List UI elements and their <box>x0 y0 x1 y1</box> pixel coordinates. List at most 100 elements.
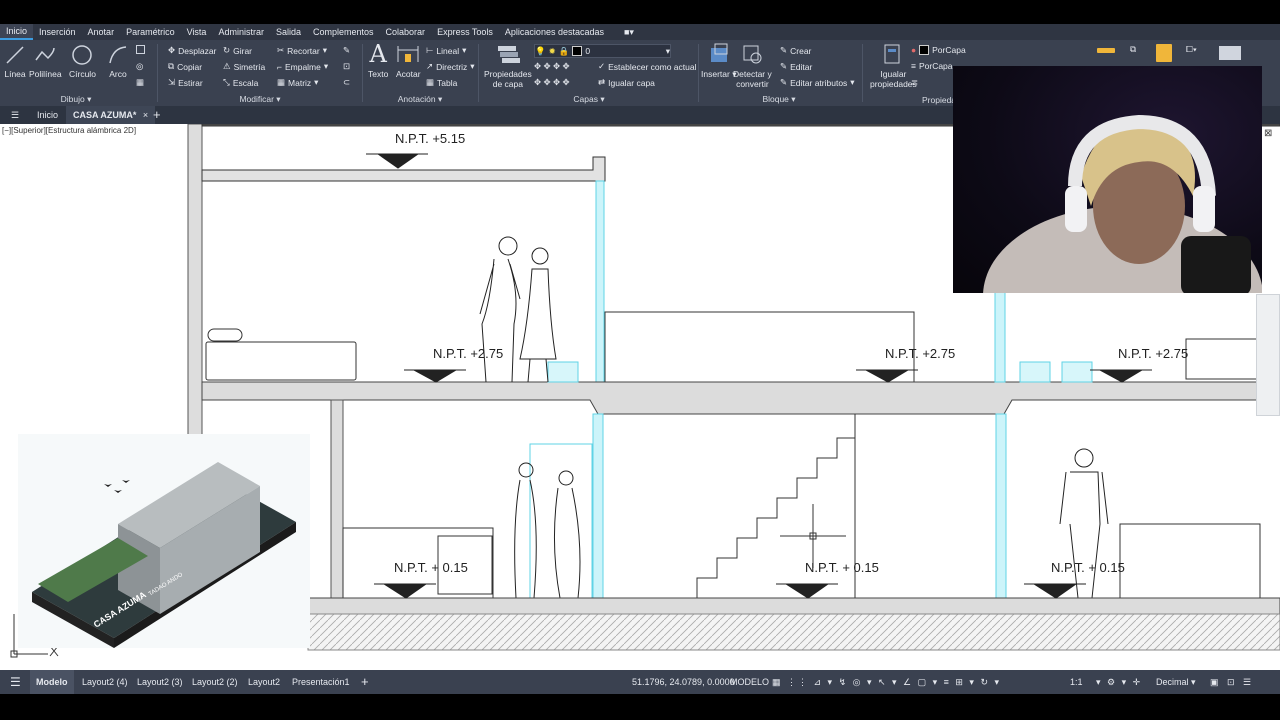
edit-attributes-button[interactable]: ✎ Editar atributos ▾ <box>780 77 855 88</box>
base-icon[interactable] <box>1219 46 1241 60</box>
layout-menu-icon[interactable]: ☰ <box>4 670 27 694</box>
title-bar <box>0 0 1280 24</box>
panel-title-block[interactable]: Bloque <box>762 94 788 104</box>
table-icon: ▦ <box>426 77 435 87</box>
edit-block-button[interactable]: ✎ Editar <box>780 61 812 72</box>
mirror-button[interactable]: ⚠ Simetría <box>223 61 265 72</box>
circle-button[interactable]: Círculo <box>69 44 96 79</box>
layer-tools-row1[interactable]: ✥ ✥ ✥ ✥ <box>534 61 570 72</box>
layer-properties-button[interactable]: Propiedades de capa <box>484 42 532 89</box>
set-current-button[interactable]: ✓ Establecer como actual <box>598 61 696 72</box>
menu-tab-aplicaciones[interactable]: Aplicaciones destacadas <box>499 24 610 40</box>
menu-tab-inicio[interactable]: Inicio <box>0 24 34 40</box>
panel-layers: Propiedades de capa 💡 ✹ 🔒 0 ▾ ✥ ✥ ✥ ✥ ✥ … <box>480 40 698 106</box>
match-properties-button[interactable]: Igualar propiedades <box>870 42 917 89</box>
menu-tab-anotar[interactable]: Anotar <box>82 24 121 40</box>
new-tab-button[interactable]: + <box>146 106 168 124</box>
layout-tab-layout2-4[interactable]: Layout2 (4) <box>76 670 134 694</box>
menu-tab-parametrico[interactable]: Paramétrico <box>120 24 181 40</box>
detect-convert-button[interactable]: Detectar y convertir <box>733 42 772 89</box>
leader-button[interactable]: ↗ Directriz ▾ <box>426 61 475 72</box>
offset-icon[interactable]: ⊂ <box>343 77 350 88</box>
move-button[interactable]: ✥ Desplazar <box>168 45 216 56</box>
drafting-tools-icons[interactable]: ▦ ⋮⋮ ⊿ ▾ ↯ ◎ ▾ ↖ ▾ ∠ ▢ ▾ ≡ ⊞ ▾ ↻ ▾ <box>766 670 1007 694</box>
application-menu-icon[interactable]: ☰ <box>4 106 26 124</box>
layout-tab-layout2[interactable]: Layout2 <box>242 670 286 694</box>
stretch-button[interactable]: ⇲ Estirar <box>168 77 203 88</box>
panel-title-annotation[interactable]: Anotación <box>398 94 436 104</box>
lineweight-icon: ≣ <box>911 77 919 87</box>
linear-dim-button[interactable]: ⊢ Lineal ▾ <box>426 45 466 56</box>
mirror-icon: ⚠ <box>223 61 231 71</box>
level-label-low-center: N.P.T. + 0.15 <box>805 560 879 575</box>
match-layer-button[interactable]: ⇄ Igualar capa <box>598 77 655 88</box>
rotate-button[interactable]: ↻ Girar <box>223 45 252 56</box>
hatch-icon[interactable]: ◎ <box>136 61 143 72</box>
move-icon: ✥ <box>168 45 176 55</box>
menu-tab-complementos[interactable]: Complementos <box>307 24 380 40</box>
ribbon-tab-bar: Inicio Inserción Anotar Paramétrico Vist… <box>0 24 1280 40</box>
menu-tab-salida[interactable]: Salida <box>270 24 307 40</box>
person-figure-right <box>1059 448 1109 599</box>
arc-button[interactable]: Arco <box>107 44 129 79</box>
color-dropdown[interactable]: ● PorCapa <box>911 45 966 55</box>
layer-dropdown[interactable]: 💡 ✹ 🔒 0 ▾ <box>534 44 671 58</box>
menu-tab-express-tools[interactable]: Express Tools <box>431 24 499 40</box>
close-viewport-icon[interactable]: ⊠ <box>1264 128 1272 139</box>
layout-tab-layout2-2[interactable]: Layout2 (2) <box>186 670 244 694</box>
table-button[interactable]: ▦ Tabla <box>426 77 457 88</box>
panel-title-draw[interactable]: Dibujo <box>61 94 85 104</box>
array-button[interactable]: ▦ Matriz ▾ <box>277 77 318 88</box>
measure-icon[interactable] <box>1097 48 1115 53</box>
gradient-icon[interactable]: ▦ <box>136 77 144 88</box>
line-button[interactable]: Línea <box>4 44 26 79</box>
isometric-render: CASA AZUMA TADAO ANDO <box>32 462 296 648</box>
video-icon[interactable]: ■▾ <box>618 24 640 40</box>
erase-icon[interactable]: ✎ <box>343 45 350 56</box>
panel-title-modify[interactable]: Modificar <box>239 94 273 104</box>
panel-annotation: A Texto Acotar ⊢ Lineal ▾ ↗ Directriz ▾ ▦ T… <box>368 40 475 104</box>
tab-casa-azuma[interactable]: CASA AZUMA* × <box>66 106 156 124</box>
dimension-button[interactable]: Acotar <box>396 44 421 79</box>
layout-tab-model[interactable]: Modelo <box>30 670 74 694</box>
polyline-button[interactable]: Polilínea <box>29 44 62 79</box>
workspace-icons[interactable]: ▾ ⚙ ▾ ✛ <box>1090 670 1148 694</box>
level-label-mid-center: N.P.T. +2.75 <box>885 346 955 361</box>
copy-button[interactable]: ⧉ Copiar <box>168 61 202 72</box>
clipboard-icon[interactable] <box>1156 44 1172 62</box>
fillet-button[interactable]: ⌐ Empalme ▾ <box>277 61 328 72</box>
dimension-icon <box>397 46 419 62</box>
scale-button[interactable]: ⤡ Escala <box>223 77 258 88</box>
layer-stack-icon <box>497 46 520 63</box>
set-current-icon: ✓ <box>598 61 606 71</box>
menu-tab-administrar[interactable]: Administrar <box>212 24 270 40</box>
trim-button[interactable]: ✂ Recortar ▾ <box>277 45 327 56</box>
group-icon[interactable]: ⧉ <box>1130 44 1136 55</box>
scale-icon: ⤡ <box>223 77 230 87</box>
layer-tools-row2[interactable]: ✥ ✥ ✥ ✥ <box>534 77 570 88</box>
linetype-icon: ≡ <box>911 61 916 71</box>
tab-start[interactable]: Inicio <box>30 106 65 124</box>
units-dropdown[interactable]: Decimal ▾ <box>1150 670 1202 694</box>
add-layout-button[interactable]: + <box>355 670 375 694</box>
rectangle-icon[interactable] <box>136 45 145 54</box>
create-block-button[interactable]: ✎ Crear <box>780 45 811 56</box>
insert-button[interactable]: Insertar ▾ <box>701 42 736 80</box>
menu-tab-insercion[interactable]: Inserción <box>33 24 82 40</box>
menu-tab-vista[interactable]: Vista <box>181 24 213 40</box>
ui-controls-icons[interactable]: ▣ ⊡ ☰ <box>1204 670 1260 694</box>
navigation-bar[interactable] <box>1256 294 1280 416</box>
level-label-mid-left: N.P.T. +2.75 <box>433 346 503 361</box>
view-icon[interactable]: ⧠▾ <box>1186 44 1197 55</box>
text-button[interactable]: A Texto <box>368 42 388 79</box>
panel-title-layers[interactable]: Capas <box>573 94 598 104</box>
birds-icon <box>104 480 130 493</box>
lineweight-dropdown[interactable]: ≣ <box>911 77 918 88</box>
explode-icon[interactable]: ⊡ <box>343 61 350 72</box>
linetype-dropdown[interactable]: ≡ PorCapa <box>911 61 953 71</box>
edit-icon: ✎ <box>780 61 788 71</box>
layout-tab-presentacion1[interactable]: Presentación1 <box>286 670 356 694</box>
annotation-scale[interactable]: 1:1 <box>1064 670 1089 694</box>
layout-tab-layout2-3[interactable]: Layout2 (3) <box>131 670 189 694</box>
menu-tab-colaborar[interactable]: Colaborar <box>380 24 432 40</box>
